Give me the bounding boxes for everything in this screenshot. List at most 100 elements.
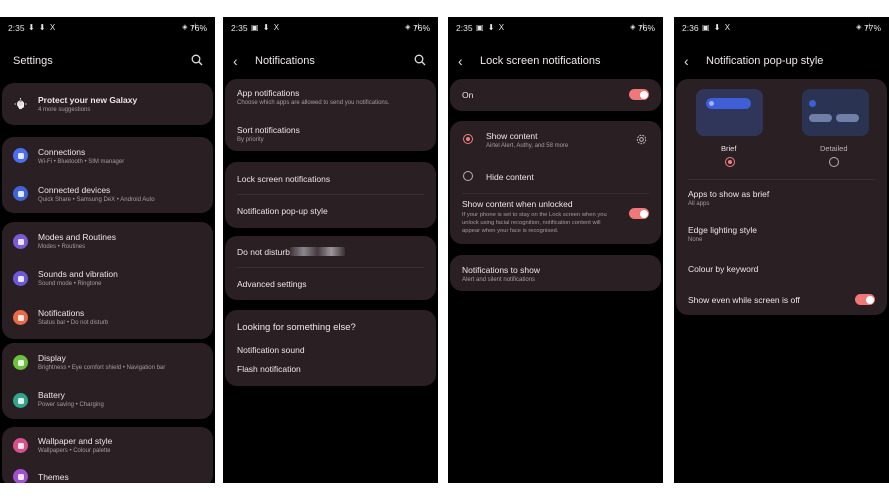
- detailed-radio[interactable]: [829, 157, 839, 167]
- do-not-disturb-row[interactable]: Do not disturb: [225, 236, 436, 268]
- settings-screen: 2:35 ⬇ ⬇ X ◈ ıl 76% Settings Protect you…: [0, 17, 215, 483]
- screen-off-toggle[interactable]: [855, 294, 875, 305]
- settings-item-notifications[interactable]: Notifications Status bar • Do not distur…: [2, 298, 213, 338]
- search-icon[interactable]: [414, 54, 426, 66]
- link-label: Flash notification: [237, 364, 301, 374]
- detailed-dot: [809, 100, 816, 107]
- lightbulb-icon: [13, 97, 28, 112]
- colour-by-keyword-row[interactable]: Colour by keyword: [676, 255, 887, 283]
- item-label: Display: [38, 353, 66, 363]
- item-label: Wallpaper and style: [38, 436, 113, 446]
- detailed-action-a: [809, 114, 832, 122]
- detailed-label: Detailed: [820, 144, 848, 153]
- looking-card: Looking for something else? Notification…: [225, 310, 436, 386]
- option-subtitle: Airtel Alert, Authy, and 58 more: [486, 143, 569, 149]
- master-switch-card[interactable]: On: [450, 79, 661, 111]
- promo-subtitle: 4 more suggestions: [38, 107, 91, 113]
- battery-icon: [13, 393, 28, 408]
- to-show-card: Notifications to show Alert and silent n…: [450, 255, 661, 291]
- row-title: Advanced settings: [237, 279, 307, 289]
- battery-level: 76%: [637, 23, 655, 33]
- battery-level: 76%: [189, 23, 207, 33]
- modes-icon: [13, 234, 28, 249]
- row-title: App notifications: [237, 88, 300, 98]
- option-title: Hide content: [486, 172, 534, 182]
- notification-sound-link[interactable]: Notification sound: [225, 340, 436, 360]
- back-arrow-icon[interactable]: ‹: [233, 53, 238, 69]
- display-card: Display Brightness • Eye comfort shield …: [2, 343, 213, 419]
- settings-item-themes[interactable]: Themes: [2, 465, 213, 483]
- settings-item-sounds[interactable]: Sounds and vibration Sound mode • Ringto…: [2, 260, 213, 298]
- flash-notification-link[interactable]: Flash notification: [225, 359, 436, 379]
- status-bar: 2:35 ▣ ⬇ X ◈ ıl 76%: [456, 23, 655, 35]
- item-label: Connected devices: [38, 185, 111, 195]
- modes-card: Modes and Routines Modes • Routines Soun…: [2, 222, 213, 339]
- search-icon[interactable]: [191, 54, 203, 66]
- back-arrow-icon[interactable]: ‹: [458, 53, 463, 69]
- apps-as-brief-row[interactable]: Apps to show as brief All apps: [676, 183, 887, 215]
- row-subtitle: Choose which apps are allowed to send yo…: [237, 100, 390, 106]
- app-bar: ‹ Lock screen notifications: [448, 51, 663, 73]
- section-heading: Looking for something else?: [237, 322, 356, 333]
- settings-item-connections[interactable]: Connections Wi-Fi • Bluetooth • SIM mana…: [2, 137, 213, 175]
- sort-notifications-row[interactable]: Sort notifications By priority: [225, 115, 436, 151]
- divider: [688, 179, 875, 180]
- brief-dot: [709, 101, 714, 106]
- item-label: Sounds and vibration: [38, 269, 118, 279]
- row-title: Do not disturb: [237, 247, 290, 257]
- lock-screen-notifications-row[interactable]: Lock screen notifications: [225, 162, 436, 195]
- status-time: 2:35: [231, 23, 248, 33]
- page-title: Notifications: [255, 55, 315, 67]
- notification-icons: ▣ ⬇ X: [702, 23, 732, 32]
- hide-content-radio[interactable]: [463, 171, 473, 181]
- settings-item-display[interactable]: Display Brightness • Eye comfort shield …: [2, 343, 213, 381]
- hide-content-option[interactable]: Hide content: [450, 163, 661, 193]
- edge-lighting-row[interactable]: Edge lighting style None: [676, 219, 887, 251]
- app-bar: ‹ Notification pop-up style: [674, 51, 889, 73]
- show-content-radio[interactable]: [463, 134, 473, 144]
- settings-item-connected-devices[interactable]: Connected devices Quick Share • Samsung …: [2, 175, 213, 213]
- row-title: Notification pop-up style: [237, 206, 328, 216]
- promo-title: Protect your new Galaxy: [38, 95, 138, 105]
- promo-card[interactable]: Protect your new Galaxy 4 more suggestio…: [2, 83, 213, 125]
- screen-off-row[interactable]: Show even while screen is off: [676, 285, 887, 315]
- unlocked-toggle[interactable]: [629, 208, 649, 219]
- settings-item-battery[interactable]: Battery Power saving • Charging: [2, 381, 213, 419]
- show-content-unlocked-row[interactable]: Show content when unlocked If your phone…: [450, 195, 661, 244]
- item-subtitle: Modes • Routines: [38, 244, 86, 250]
- item-subtitle: Brightness • Eye comfort shield • Naviga…: [38, 365, 166, 371]
- master-toggle[interactable]: [629, 89, 649, 100]
- detailed-preview[interactable]: [802, 89, 869, 136]
- back-arrow-icon[interactable]: ‹: [684, 53, 689, 69]
- page-title: Lock screen notifications: [480, 55, 601, 67]
- settings-item-wallpaper[interactable]: Wallpaper and style Wallpapers • Colour …: [2, 427, 213, 465]
- row-title: Notifications to show: [462, 265, 540, 275]
- speaker-icon: [13, 271, 28, 286]
- brief-label: Brief: [721, 144, 737, 153]
- show-content-option[interactable]: Show content Airtel Alert, Authy, and 58…: [450, 121, 661, 159]
- app-bar: Settings: [0, 51, 215, 73]
- notification-popup-style-row[interactable]: Notification pop-up style: [225, 195, 436, 228]
- brief-radio[interactable]: [725, 157, 735, 167]
- advanced-settings-row[interactable]: Advanced settings: [225, 268, 436, 300]
- notifications-to-show-row[interactable]: Notifications to show Alert and silent n…: [450, 255, 661, 291]
- status-time: 2:36: [682, 23, 699, 33]
- looking-heading: Looking for something else?: [225, 310, 436, 336]
- brief-preview[interactable]: [696, 89, 763, 136]
- switch-label: On: [462, 90, 474, 100]
- row-title: Show content when unlocked: [462, 199, 573, 209]
- on-row[interactable]: On: [450, 79, 661, 111]
- notification-icon: [13, 310, 28, 325]
- popup-style-screen: 2:36 ▣ ⬇ X ◈ ıl 77% ‹ Notification pop-u…: [674, 17, 889, 483]
- notification-icons: ⬇ ⬇ X: [28, 23, 57, 32]
- battery-level: 77%: [863, 23, 881, 33]
- settings-item-modes[interactable]: Modes and Routines Modes • Routines: [2, 222, 213, 260]
- row-title: Lock screen notifications: [237, 174, 331, 184]
- gear-icon[interactable]: [636, 134, 647, 145]
- row-title: Show even while screen is off: [688, 295, 800, 305]
- app-notifications-row[interactable]: App notifications Choose which apps are …: [225, 79, 436, 115]
- promo-row[interactable]: Protect your new Galaxy 4 more suggestio…: [2, 83, 213, 125]
- page-title: Settings: [13, 55, 53, 67]
- item-label: Modes and Routines: [38, 232, 116, 242]
- notifications-screen: 2:35 ▣ ⬇ X ◈ ıl 76% ‹ Notifications App …: [223, 17, 438, 483]
